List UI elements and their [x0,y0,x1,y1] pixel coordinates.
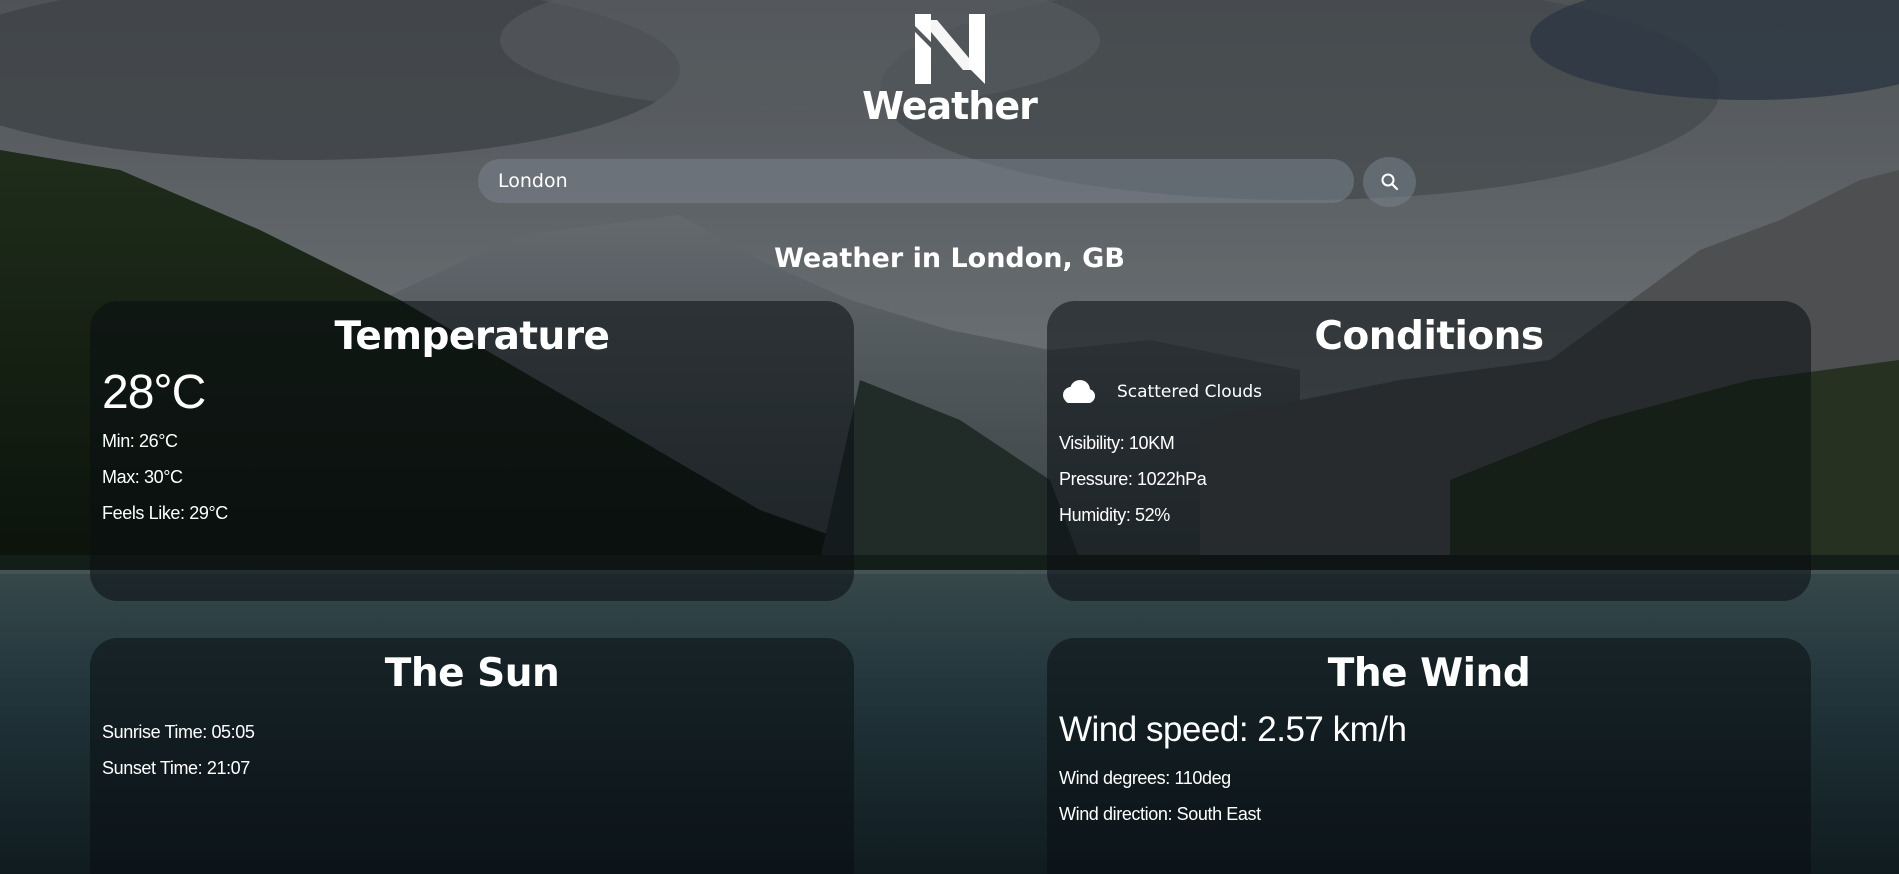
brand-logo: Weather [0,12,1899,126]
search-icon [1381,173,1398,191]
sun-card-title: The Sun [384,651,560,696]
search-button[interactable] [1363,157,1416,207]
max-temperature: Max: 30°C [102,467,183,487]
wind-card: The Wind Wind speed: 2.57 km/h Wind degr… [1047,638,1811,874]
logo-text: Weather [862,84,1038,128]
min-temperature: Min: 26°C [102,431,178,451]
logo-n-icon [914,14,985,84]
search-input[interactable] [478,159,1354,203]
conditions-summary: Scattered Clouds [1059,369,1799,415]
wind-direction: Wind direction: South East [1059,804,1261,824]
sunrise-time: Sunrise Time: 05:05 [102,722,255,742]
feels-like-temperature: Feels Like: 29°C [102,503,228,523]
search-bar [478,157,1416,207]
conditions-description: Scattered Clouds [1117,382,1263,402]
wind-speed: Wind speed: 2.57 km/h [1059,710,1407,749]
sunset-time: Sunset Time: 21:07 [102,758,250,778]
location-title: Weather in London, GB [774,243,1125,274]
wind-degrees: Wind degrees: 110deg [1059,768,1231,788]
conditions-card: Conditions Scattered Clouds Visibility: … [1047,301,1811,601]
wind-card-title: The Wind [1327,651,1531,696]
current-temperature: 28°C [102,366,206,419]
temperature-card-title: Temperature [334,314,610,359]
visibility-value: Visibility: 10KM [1059,433,1175,453]
humidity-value: Humidity: 52% [1059,505,1170,525]
pressure-value: Pressure: 1022hPa [1059,469,1207,489]
sun-card: The Sun Sunrise Time: 05:05 Sunset Time:… [90,638,854,874]
temperature-card: Temperature 28°C Min: 26°C Max: 30°C Fee… [90,301,854,601]
conditions-card-title: Conditions [1314,314,1544,359]
cloud-icon [1063,380,1095,403]
app-root: Weather Weather in London, GB Temperatur… [0,0,1899,874]
